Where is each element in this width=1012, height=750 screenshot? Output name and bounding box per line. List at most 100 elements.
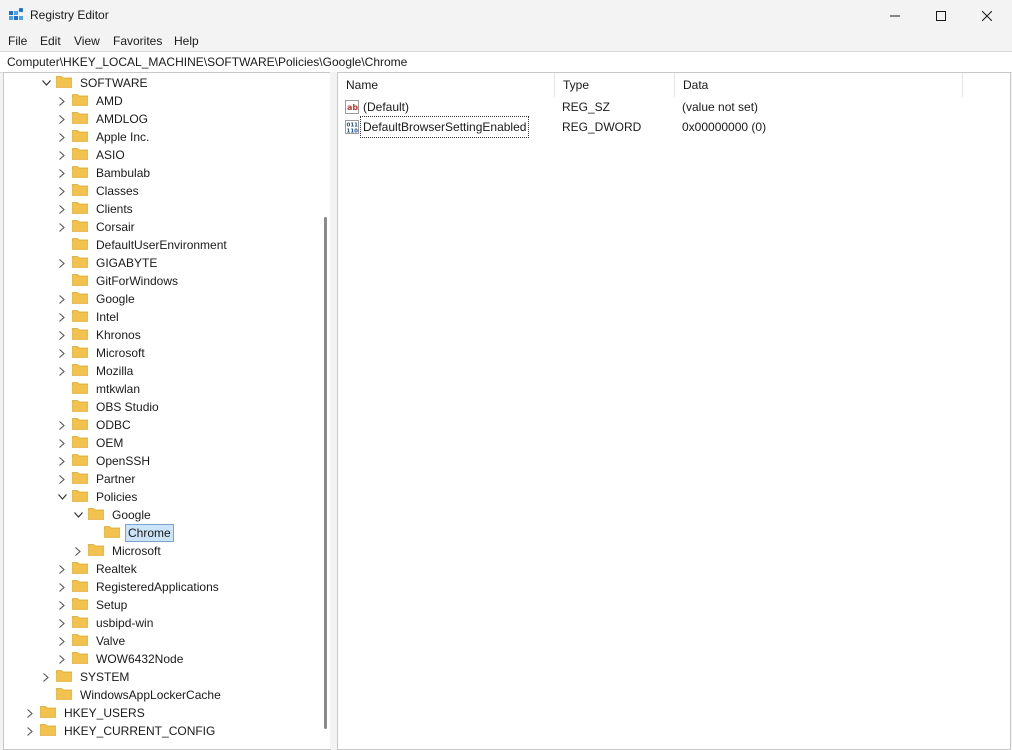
value-row[interactable]: 011 110 DefaultBrowserSettingEnabled REG… <box>338 116 1010 138</box>
tree-node[interactable]: Realtek <box>56 560 139 578</box>
tree-node[interactable]: AMDLOG <box>56 110 150 128</box>
chevron-right-icon[interactable] <box>56 434 68 452</box>
tree-node[interactable]: OpenSSH <box>56 452 152 470</box>
chevron-down-icon[interactable] <box>56 488 68 506</box>
chevron-right-icon[interactable] <box>56 344 68 362</box>
chevron-right-icon[interactable] <box>56 164 68 182</box>
tree-node[interactable]: Khronos <box>56 326 143 344</box>
tree-node-label: WOW6432Node <box>96 652 184 666</box>
chevron-down-icon[interactable] <box>40 74 52 92</box>
chevron-right-icon[interactable] <box>56 92 68 110</box>
tree-node[interactable]: ODBC <box>56 416 133 434</box>
menu-help[interactable]: Help <box>174 34 199 48</box>
chevron-right-icon[interactable] <box>56 146 68 164</box>
tree-node-label: Realtek <box>96 562 137 576</box>
key-tree[interactable]: SOFTWARE AMD AMDLOG Apple Inc. ASIO Bambulab C… <box>3 72 331 750</box>
chevron-right-icon[interactable] <box>24 704 36 722</box>
chevron-right-icon[interactable] <box>56 614 68 632</box>
tree-node[interactable]: usbipd-win <box>56 614 155 632</box>
menu-file[interactable]: File <box>8 34 27 48</box>
chevron-right-icon[interactable] <box>56 470 68 488</box>
tree-node[interactable]: Apple Inc. <box>56 128 151 146</box>
address-path: Computer\HKEY_LOCAL_MACHINE\SOFTWARE\Pol… <box>7 55 408 69</box>
tree-node[interactable]: GitForWindows <box>56 272 180 290</box>
tree-node[interactable]: Classes <box>56 182 141 200</box>
tree-scrollbar[interactable] <box>321 73 330 749</box>
chevron-down-icon[interactable] <box>72 506 84 524</box>
tree-node[interactable]: Clients <box>56 200 135 218</box>
chevron-right-icon[interactable] <box>56 308 68 326</box>
pane-splitter[interactable] <box>330 72 337 748</box>
chevron-right-icon[interactable] <box>56 632 68 650</box>
chevron-right-icon[interactable] <box>56 290 68 308</box>
tree-node[interactable]: Microsoft <box>72 542 163 560</box>
tree-node[interactable]: Valve <box>56 632 127 650</box>
chevron-right-icon[interactable] <box>56 218 68 236</box>
chevron-right-icon[interactable] <box>56 200 68 218</box>
maximize-button[interactable] <box>918 0 964 31</box>
tree-node-label: Bambulab <box>96 166 151 180</box>
tree-node-chrome[interactable]: Chrome <box>88 524 174 542</box>
tree-scrollbar-thumb[interactable] <box>324 217 327 729</box>
column-type[interactable]: Type <box>555 73 675 97</box>
tree-node[interactable]: mtkwlan <box>56 380 142 398</box>
menu-edit[interactable]: Edit <box>40 34 61 48</box>
chevron-right-icon[interactable] <box>56 362 68 380</box>
folder-icon <box>72 309 94 325</box>
chevron-right-icon[interactable] <box>40 668 52 686</box>
tree-node-policies[interactable]: Policies <box>56 488 139 506</box>
tree-node[interactable]: Setup <box>56 596 129 614</box>
tree-node-google[interactable]: Google <box>72 506 153 524</box>
tree-node[interactable]: ASIO <box>56 146 127 164</box>
tree-node-software[interactable]: SOFTWARE <box>40 74 150 92</box>
tree-node[interactable]: DefaultUserEnvironment <box>56 236 229 254</box>
tree-node[interactable]: Intel <box>56 308 121 326</box>
chevron-right-icon[interactable] <box>56 596 68 614</box>
column-name[interactable]: Name <box>338 73 555 97</box>
chevron-right-icon[interactable] <box>56 650 68 668</box>
menu-view[interactable]: View <box>74 34 100 48</box>
value-list[interactable]: Name Type Data ab (Default) REG_SZ (valu… <box>337 72 1011 750</box>
tree-node[interactable]: Mozilla <box>56 362 135 380</box>
address-bar[interactable]: Computer\HKEY_LOCAL_MACHINE\SOFTWARE\Pol… <box>0 51 1012 73</box>
value-row[interactable]: ab (Default) REG_SZ (value not set) <box>338 97 1010 117</box>
chevron-right-icon[interactable] <box>56 326 68 344</box>
tree-node[interactable]: WindowsAppLockerCache <box>40 686 223 704</box>
tree-node-label: SYSTEM <box>80 670 130 684</box>
tree-node[interactable]: Partner <box>56 470 137 488</box>
folder-icon <box>56 75 78 91</box>
title-bar: Registry Editor <box>0 0 1012 31</box>
tree-node[interactable]: WOW6432Node <box>56 650 185 668</box>
tree-node[interactable]: Microsoft <box>56 344 147 362</box>
chevron-right-icon[interactable] <box>72 542 84 560</box>
tree-node-label: Apple Inc. <box>96 130 150 144</box>
chevron-right-icon[interactable] <box>56 110 68 128</box>
tree-node[interactable]: Bambulab <box>56 164 152 182</box>
tree-node[interactable]: Google <box>56 290 137 308</box>
chevron-right-icon[interactable] <box>24 722 36 740</box>
column-data[interactable]: Data <box>675 73 963 97</box>
tree-node[interactable]: OEM <box>56 434 125 452</box>
folder-icon <box>72 111 94 127</box>
tree-node[interactable]: OBS Studio <box>56 398 161 416</box>
chevron-right-icon[interactable] <box>56 254 68 272</box>
tree-node[interactable]: Corsair <box>56 218 137 236</box>
chevron-right-icon[interactable] <box>56 560 68 578</box>
minimize-button[interactable] <box>872 0 918 31</box>
tree-node[interactable]: RegisteredApplications <box>56 578 221 596</box>
folder-icon <box>72 147 94 163</box>
close-button[interactable] <box>964 0 1010 31</box>
regedit-icon <box>9 8 23 20</box>
tree-node-system[interactable]: SYSTEM <box>40 668 131 686</box>
menu-favorites[interactable]: Favorites <box>113 34 162 48</box>
chevron-right-icon[interactable] <box>56 578 68 596</box>
chevron-right-icon[interactable] <box>56 416 68 434</box>
tree-node[interactable]: AMD <box>56 92 125 110</box>
chevron-right-icon[interactable] <box>56 452 68 470</box>
tree-node[interactable]: GIGABYTE <box>56 254 159 272</box>
tree-node-hkey-current-config[interactable]: HKEY_CURRENT_CONFIG <box>24 722 217 740</box>
menu-bar: File Edit View Favorites Help <box>0 31 1012 51</box>
chevron-right-icon[interactable] <box>56 182 68 200</box>
chevron-right-icon[interactable] <box>56 128 68 146</box>
tree-node-hkey-users[interactable]: HKEY_USERS <box>24 704 147 722</box>
